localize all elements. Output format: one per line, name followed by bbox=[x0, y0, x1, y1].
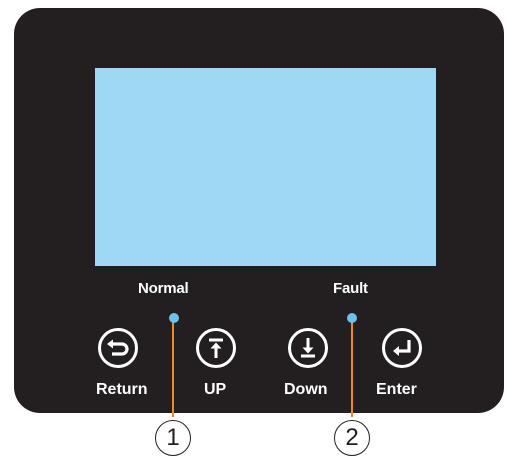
up-button[interactable] bbox=[196, 328, 236, 368]
enter-button[interactable] bbox=[382, 328, 422, 368]
up-button-label: UP bbox=[204, 381, 227, 398]
callout-2-leader-line bbox=[351, 321, 353, 417]
enter-button-label: Enter bbox=[376, 381, 417, 398]
normal-indicator-label: Normal bbox=[138, 280, 189, 297]
callout-2: 2 bbox=[334, 420, 370, 456]
callout-1-leader-line bbox=[172, 321, 174, 417]
return-arrow-icon bbox=[107, 339, 129, 356]
down-button-label: Down bbox=[284, 381, 328, 398]
return-button-label: Return bbox=[96, 381, 148, 398]
fault-indicator-led bbox=[347, 313, 357, 323]
normal-indicator-led bbox=[169, 313, 179, 323]
fault-indicator-label: Fault bbox=[333, 280, 368, 297]
down-to-bottom-icon bbox=[301, 338, 315, 358]
callout-1: 1 bbox=[155, 420, 191, 456]
return-button[interactable] bbox=[98, 328, 138, 368]
lcd-display bbox=[95, 68, 436, 266]
enter-icon bbox=[393, 340, 411, 356]
up-to-top-icon bbox=[209, 338, 223, 358]
down-button[interactable] bbox=[288, 328, 328, 368]
